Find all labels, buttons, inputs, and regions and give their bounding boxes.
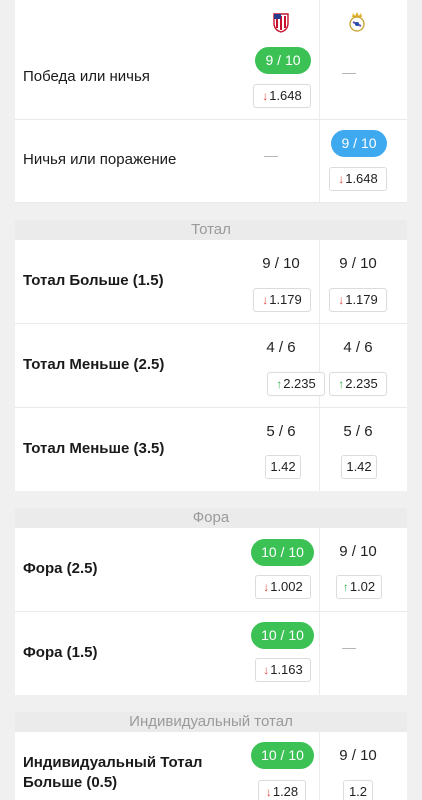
row-over-15: Тотал Больше (1.5) 9 / 10 ↓1.179 9 / 10 …	[15, 240, 407, 324]
total-card: Тотал Больше (1.5) 9 / 10 ↓1.179 9 / 10 …	[15, 240, 407, 491]
odds-button[interactable]: ↓1.179	[329, 288, 387, 312]
row-fora-25: Фора (2.5) 10 / 10 ↓1.002 9 / 10 ↑1.02	[15, 528, 407, 612]
odds-value: 1.648	[345, 171, 378, 186]
odds-button[interactable]: 1.42	[341, 455, 377, 479]
section-header-individual: Индивидуальный тотал	[15, 712, 407, 732]
odds-button[interactable]: ↑1.02	[336, 575, 382, 599]
odds-button[interactable]: ↓1.179	[253, 288, 311, 312]
row-under-35: Тотал Меньше (3.5) 5 / 6 1.42 5 / 6 1.42	[15, 408, 407, 491]
odds-value: 2.235	[283, 376, 316, 391]
arrow-up-icon: ↑	[342, 580, 349, 594]
forecast-text: 4 / 6	[266, 339, 296, 356]
row-label: Тотал Больше (1.5)	[23, 272, 164, 289]
odds-button[interactable]: ↓1.002	[255, 575, 311, 599]
odds-value: 1.179	[345, 292, 378, 307]
section-header-total: Тотал	[15, 220, 407, 240]
odds-value: 2.235	[345, 376, 378, 391]
odds-button[interactable]: ↑2.235	[329, 372, 387, 396]
odds-value: 1.2	[348, 784, 368, 799]
odds-value: 1.002	[270, 579, 303, 594]
odds-value: 1.02	[349, 579, 376, 594]
odds-button[interactable]: 1.2	[343, 780, 373, 800]
odds-button[interactable]: ↓1.163	[255, 658, 311, 682]
odds-button[interactable]: 1.42	[265, 455, 301, 479]
arrow-down-icon: ↓	[265, 785, 272, 799]
arrow-down-icon: ↓	[262, 89, 269, 103]
row-label: Тотал Меньше (3.5)	[23, 440, 165, 457]
odds-value: 1.648	[269, 88, 302, 103]
dash-empty	[342, 73, 356, 74]
row-label: Ничья или поражение	[23, 151, 177, 168]
arrow-down-icon: ↓	[263, 663, 270, 677]
dash-empty	[342, 648, 356, 649]
row-label: Индивидуальный Тотал Больше (0.5)	[23, 753, 202, 793]
forecast-text: 9 / 10	[262, 255, 300, 272]
odds-button[interactable]: ↓1.28	[258, 780, 306, 800]
forecast-pill[interactable]: 10 / 10	[251, 539, 314, 566]
odds-value: 1.42	[346, 459, 372, 474]
row-ind-over-05: Индивидуальный Тотал Больше (0.5) 10 / 1…	[15, 732, 407, 800]
odds-button[interactable]: ↑2.235	[267, 372, 325, 396]
odds-value: 1.28	[272, 784, 299, 799]
arrow-up-icon: ↑	[338, 377, 345, 391]
forecast-text: 9 / 10	[339, 747, 377, 764]
forecast-pill[interactable]: 9 / 10	[331, 130, 387, 157]
atletico-crest-icon	[273, 13, 289, 33]
row-draw-lose: Ничья или поражение 9 / 10 ↓1.648	[15, 120, 407, 203]
row-label: Фора (2.5)	[23, 560, 98, 577]
row-win-draw: Победа или ничья 9 / 10 ↓1.648	[15, 36, 407, 120]
row-label-line-2: Больше (0.5)	[23, 774, 118, 791]
arrow-down-icon: ↓	[262, 293, 269, 307]
arrow-down-icon: ↓	[338, 172, 345, 186]
arrow-up-icon: ↑	[276, 377, 283, 391]
forecast-pill[interactable]: 9 / 10	[255, 47, 311, 74]
fora-card: Фора (2.5) 10 / 10 ↓1.002 9 / 10 ↑1.02 Ф…	[15, 528, 407, 695]
forecast-text: 5 / 6	[343, 423, 373, 440]
odds-value: 1.163	[270, 662, 303, 677]
main-outcomes-card: Победа или ничья 9 / 10 ↓1.648 Ничья или…	[15, 0, 407, 203]
odds-page: Победа или ничья 9 / 10 ↓1.648 Ничья или…	[0, 0, 422, 800]
arrow-down-icon: ↓	[338, 293, 345, 307]
forecast-text: 9 / 10	[339, 543, 377, 560]
individual-card: Индивидуальный Тотал Больше (0.5) 10 / 1…	[15, 732, 407, 800]
row-under-25: Тотал Меньше (2.5) 4 / 6 ↑2.235 4 / 6 ↑2…	[15, 324, 407, 408]
forecast-pill[interactable]: 10 / 10	[251, 622, 314, 649]
odds-button[interactable]: ↓1.648	[253, 84, 311, 108]
forecast-text: 4 / 6	[343, 339, 373, 356]
row-label: Фора (1.5)	[23, 644, 98, 661]
odds-button[interactable]: ↓1.648	[329, 167, 387, 191]
row-fora-15: Фора (1.5) 10 / 10 ↓1.163	[15, 612, 407, 695]
row-label-line-1: Индивидуальный Тотал	[23, 754, 203, 771]
odds-value: 1.179	[269, 292, 302, 307]
dash-empty	[264, 156, 278, 157]
forecast-pill[interactable]: 10 / 10	[251, 742, 314, 769]
forecast-text: 5 / 6	[266, 423, 296, 440]
section-header-fora: Фора	[15, 508, 407, 528]
row-label: Победа или ничья	[23, 68, 150, 85]
arrow-down-icon: ↓	[263, 580, 270, 594]
odds-value: 1.42	[270, 459, 296, 474]
row-label: Тотал Меньше (2.5)	[23, 356, 165, 373]
forecast-text: 9 / 10	[339, 255, 377, 272]
real-madrid-crest-icon	[349, 12, 365, 32]
